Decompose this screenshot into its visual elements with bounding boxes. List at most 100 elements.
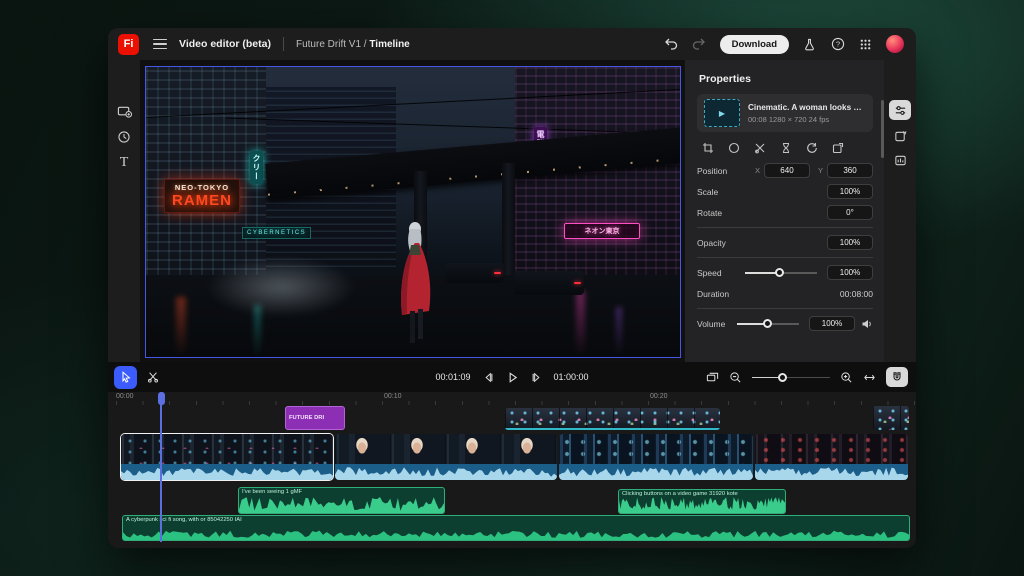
clip-tools-row	[685, 132, 885, 160]
menu-icon[interactable]	[153, 39, 167, 50]
scale-field[interactable]: 100%	[827, 184, 873, 199]
transport-bar: 00:01:09 01:00:00	[108, 362, 916, 393]
street-reflection	[616, 307, 622, 357]
opacity-field[interactable]: 100%	[827, 235, 873, 250]
position-label: Position	[697, 166, 747, 176]
loop-icon[interactable]	[805, 141, 818, 154]
timeline-ruler[interactable]: 00:00 00:10 00:20	[108, 392, 916, 405]
duration-label: Duration	[697, 289, 840, 299]
bridge-pillar	[502, 163, 515, 275]
app-window: Fi Video editor (beta) Future Drift V1 /…	[108, 28, 916, 548]
download-button[interactable]: Download	[720, 35, 789, 54]
title-clip[interactable]: FUTURE DRI	[285, 406, 345, 430]
video-clip-4[interactable]	[755, 434, 908, 480]
video-clip-1-selected[interactable]	[121, 434, 333, 480]
history-clock-icon[interactable]	[115, 128, 133, 146]
speed-row: Speed 100%	[685, 262, 885, 283]
duration-value: 00:08:00	[840, 289, 873, 299]
playhead-handle[interactable]	[158, 392, 165, 405]
speed-slider[interactable]	[745, 268, 817, 278]
selected-clip-card[interactable]: ▶ Cinematic. A woman looks a... vflgenvi…	[697, 94, 873, 132]
speech-clip-1-label: I've been seeing 1 gMF	[242, 489, 302, 495]
overlay-clip-accent	[505, 428, 720, 431]
position-x-label: X	[755, 166, 760, 175]
play-button[interactable]	[506, 371, 519, 384]
position-x-field[interactable]: 640	[764, 163, 810, 178]
topbar-divider	[283, 37, 284, 51]
music-clip-label: A cyberpunk sci fi song, with or 8504225…	[126, 517, 242, 523]
timeline-zoom-slider[interactable]	[752, 372, 830, 382]
clip-thumbnail: ▶	[704, 99, 740, 127]
clip-thumbnails	[335, 434, 557, 464]
panel-divider	[697, 308, 873, 309]
crop-icon[interactable]	[701, 141, 714, 154]
redo-icon[interactable]	[692, 37, 707, 52]
overlay-video-clip[interactable]	[505, 408, 720, 430]
scale-row: Scale 100%	[685, 181, 885, 202]
text-tool-icon[interactable]: T	[115, 154, 133, 172]
timer-icon[interactable]	[779, 141, 792, 154]
clip-thumbnails	[559, 434, 753, 464]
clip-title: Cinematic. A woman looks a... vflgenvid	[748, 103, 866, 112]
cut-tool-button[interactable]	[141, 366, 164, 389]
speech-audio-clip-2[interactable]: Clicking buttons on a video game 31920 k…	[618, 489, 786, 514]
frame-forward-icon[interactable]	[530, 371, 543, 384]
cybernetics-sign: CYBERNETICS	[242, 227, 311, 239]
export-frame-icon[interactable]	[831, 141, 844, 154]
ruler-tick: 00:10	[384, 393, 402, 400]
effects-panel-icon[interactable]	[889, 126, 911, 146]
position-row: Position X 640 Y 360	[685, 160, 885, 181]
music-audio-clip[interactable]: A cyberpunk sci fi song, with or 8504225…	[122, 515, 910, 541]
position-y-field[interactable]: 360	[827, 163, 873, 178]
clip-thumbnails	[755, 434, 908, 464]
undo-icon[interactable]	[664, 37, 679, 52]
duration-row: Duration 00:08:00	[685, 283, 885, 304]
position-y-label: Y	[818, 166, 823, 175]
frame-back-icon[interactable]	[482, 371, 495, 384]
zoom-in-icon[interactable]	[840, 371, 853, 384]
speech-audio-clip-1[interactable]: I've been seeing 1 gMF	[238, 487, 445, 514]
media-panel-icon[interactable]	[115, 102, 133, 120]
video-clip-3[interactable]	[559, 434, 753, 480]
split-icon[interactable]	[753, 141, 766, 154]
breadcrumb[interactable]: Future Drift V1 / Timeline	[296, 39, 410, 50]
firefly-logo[interactable]: Fi	[118, 34, 139, 55]
neon-sign-teal: クリー	[250, 151, 263, 184]
rotate-field[interactable]: 0°	[827, 205, 873, 220]
speaker-icon[interactable]	[861, 318, 873, 330]
user-avatar[interactable]	[886, 35, 904, 53]
timeline[interactable]: 00:00 00:10 00:20 FUTURE DRI	[108, 392, 916, 548]
total-duration: 01:00:00	[554, 372, 589, 382]
video-preview[interactable]: クリー 電脳 NEO-TOKYO RAMEN CYBERNETICS ネオン東京	[145, 66, 681, 358]
select-tool-button[interactable]	[114, 366, 137, 389]
zoom-out-icon[interactable]	[729, 371, 742, 384]
track-view-icon[interactable]	[706, 371, 719, 384]
help-icon[interactable]: ?	[830, 37, 845, 52]
overlay-video-clip-2[interactable]	[873, 406, 909, 430]
ramen-sign-line1: NEO-TOKYO	[165, 180, 239, 192]
beaker-icon[interactable]	[802, 37, 817, 52]
steam-fog	[206, 257, 356, 317]
keyframes-panel-icon[interactable]	[889, 150, 911, 170]
properties-panel-toggle[interactable]	[889, 100, 911, 120]
volume-slider[interactable]	[737, 319, 799, 329]
panel-divider	[697, 227, 873, 228]
svg-text:?: ?	[835, 40, 839, 49]
speed-field[interactable]: 100%	[827, 265, 873, 280]
app-title: Video editor (beta)	[179, 38, 271, 50]
mask-icon[interactable]	[727, 141, 740, 154]
properties-title: Properties	[685, 60, 885, 94]
fit-timeline-icon[interactable]	[863, 371, 876, 384]
breadcrumb-page: Timeline	[369, 39, 409, 50]
playhead-line[interactable]	[160, 392, 162, 542]
volume-field[interactable]: 100%	[809, 316, 855, 331]
ruler-tick: 00:00	[116, 393, 134, 400]
breadcrumb-separator: /	[364, 39, 367, 50]
video-clip-2[interactable]	[335, 434, 557, 480]
volume-label: Volume	[697, 319, 737, 329]
apps-grid-icon[interactable]	[858, 37, 873, 52]
scale-label: Scale	[697, 187, 827, 197]
breadcrumb-project[interactable]: Future Drift V1	[296, 39, 361, 50]
panel-divider	[697, 257, 873, 258]
snap-magnet-button[interactable]	[886, 367, 908, 387]
